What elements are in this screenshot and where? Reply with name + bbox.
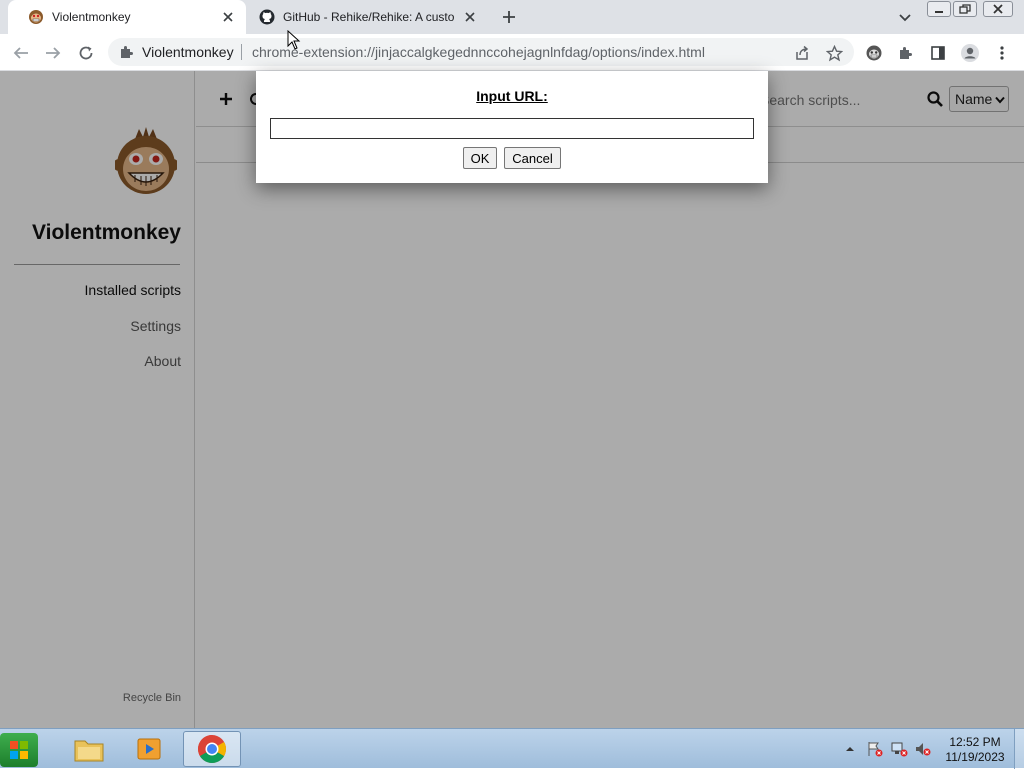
puzzle-icon[interactable] — [119, 44, 135, 60]
chevron-down-icon[interactable] — [897, 9, 913, 25]
close-tab-icon[interactable] — [462, 9, 478, 25]
taskbar-chrome[interactable] — [183, 731, 241, 767]
star-icon[interactable] — [822, 41, 846, 65]
violentmonkey-icon[interactable] — [862, 41, 886, 65]
share-icon[interactable] — [790, 41, 814, 65]
tab-title: Violentmonkey — [52, 10, 131, 24]
minimize-icon[interactable] — [927, 1, 951, 17]
tab-title: GitHub - Rehike/Rehike: A custo — [283, 10, 455, 24]
tab-github[interactable]: GitHub - Rehike/Rehike: A custo — [246, 0, 488, 34]
volume-muted-icon[interactable] — [914, 741, 932, 757]
plus-icon[interactable] — [499, 7, 519, 27]
mouse-cursor-icon — [287, 30, 301, 50]
cancel-button[interactable]: Cancel — [504, 147, 561, 169]
taskbar-media-player[interactable] — [120, 731, 178, 767]
puzzle-icon[interactable] — [894, 41, 918, 65]
arrow-right-icon[interactable] — [41, 41, 65, 65]
taskbar: 12:52 PM 11/19/2023 — [0, 728, 1024, 769]
reload-icon[interactable] — [74, 41, 98, 65]
side-panel-icon[interactable] — [926, 41, 950, 65]
github-favicon-icon — [259, 9, 275, 25]
tab-strip: Violentmonkey GitHub - Rehike/Rehike: A … — [0, 0, 1024, 34]
system-clock[interactable]: 12:52 PM 11/19/2023 — [940, 735, 1010, 765]
omnibox-separator — [241, 44, 242, 60]
media-player-icon — [137, 738, 161, 760]
taskbar-file-explorer[interactable] — [60, 731, 118, 767]
dialog-title: Input URL: — [476, 88, 548, 104]
omnibox-url[interactable]: chrome-extension://jinjaccalgkegednnccoh… — [252, 44, 705, 60]
close-tab-icon[interactable] — [220, 9, 236, 25]
kebab-menu-icon[interactable] — [990, 41, 1014, 65]
restore-icon[interactable] — [953, 1, 977, 17]
action-center-flag-icon[interactable] — [866, 741, 884, 757]
profile-icon[interactable] — [958, 41, 982, 65]
tab-violentmonkey[interactable]: Violentmonkey — [8, 0, 246, 34]
url-input[interactable] — [270, 118, 754, 139]
clock-date: 11/19/2023 — [945, 750, 1005, 764]
arrow-left-icon[interactable] — [9, 41, 33, 65]
start-button[interactable] — [0, 733, 38, 767]
folder-icon — [74, 740, 104, 762]
close-window-icon[interactable] — [983, 1, 1013, 17]
network-icon[interactable] — [890, 741, 908, 757]
input-url-dialog: Input URL: OK Cancel — [256, 71, 768, 183]
clock-time: 12:52 PM — [949, 735, 1001, 749]
chrome-icon — [198, 735, 226, 763]
ok-button[interactable]: OK — [463, 147, 497, 169]
violentmonkey-favicon-icon — [29, 10, 43, 24]
show-hidden-icons-icon[interactable] — [845, 745, 855, 753]
omnibox-origin-label: Violentmonkey — [142, 44, 234, 60]
show-desktop-button[interactable] — [1014, 729, 1024, 769]
